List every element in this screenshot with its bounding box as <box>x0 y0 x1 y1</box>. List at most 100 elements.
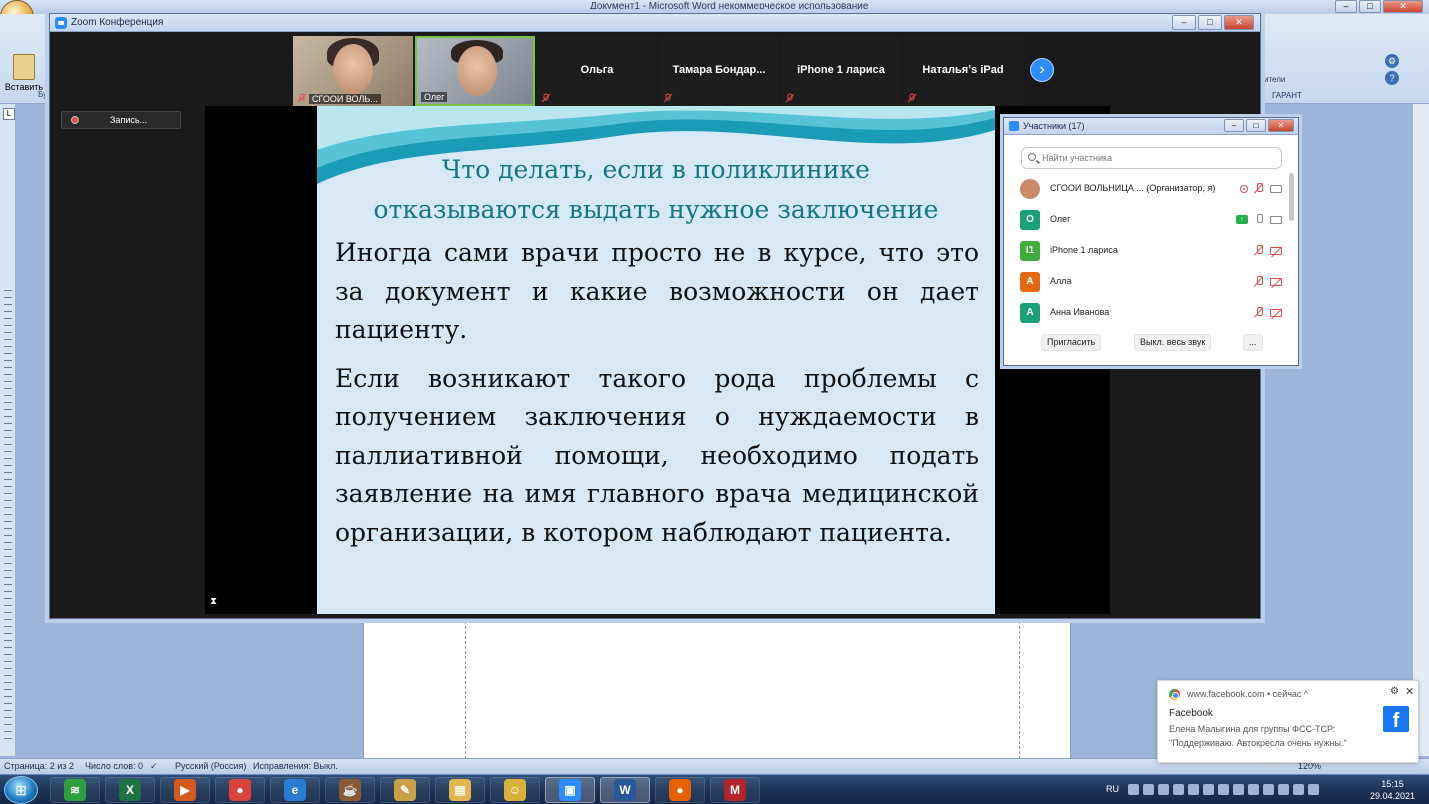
video-tile[interactable]: Ольга <box>537 36 657 106</box>
tray-app-icon[interactable] <box>1158 784 1169 795</box>
status-word-count[interactable]: Число слов: 0 <box>85 761 143 771</box>
status-revisions[interactable]: Исправления: Выкл. <box>253 761 338 771</box>
slide-title-line-2: отказываются выдать нужное заключение <box>373 195 939 224</box>
taskbar-button[interactable]: ● <box>215 777 265 803</box>
video-tile[interactable]: Натальяʼs iPad <box>903 36 1023 106</box>
zoom-maximize-button[interactable]: □ <box>1198 15 1222 30</box>
tray-app-icon[interactable] <box>1293 784 1304 795</box>
participant-status-icons <box>1254 276 1282 287</box>
spellcheck-icon[interactable]: ✓ <box>150 761 158 772</box>
video-off-icon[interactable] <box>1270 308 1282 317</box>
taskbar-button[interactable]: ☕ <box>325 777 375 803</box>
taskbar-button[interactable]: W <box>600 777 650 803</box>
status-language[interactable]: Русский (Россия) <box>175 761 246 771</box>
tab-selector[interactable]: L <box>3 108 15 120</box>
coffee-cup-icon: ☕ <box>339 779 361 801</box>
facebook-icon: f <box>1383 706 1409 732</box>
video-off-icon[interactable] <box>1270 246 1282 255</box>
settings-icon[interactable]: ⚙ <box>1385 54 1399 68</box>
participants-title: Участники (17) <box>1023 121 1085 131</box>
taskbar-button[interactable]: ▶ <box>160 777 210 803</box>
taskbar-button[interactable]: ☺ <box>490 777 540 803</box>
word-ribbon-right: ители ГАРАНТ ⚙ ? <box>1262 14 1429 104</box>
clock[interactable]: 15:15 29.04.2021 <box>1370 778 1415 802</box>
participants-maximize-button[interactable]: □ <box>1246 119 1266 132</box>
taskbar-button[interactable]: ✎ <box>380 777 430 803</box>
gallery-next-page-button[interactable]: › <box>1030 58 1054 82</box>
participant-row[interactable]: СГООИ ВОЛЬНИЦА ... (Организатор, я) <box>1004 175 1288 206</box>
start-button[interactable]: ⊞ <box>4 776 38 804</box>
help-icon[interactable]: ? <box>1385 71 1399 85</box>
mic-muted-icon[interactable] <box>1254 245 1264 256</box>
mic-muted-icon[interactable] <box>1254 307 1264 318</box>
tray-app-icon[interactable] <box>1233 784 1244 795</box>
chrome-notification[interactable]: www.facebook.com • сейчас ^ ⚙ ✕ Facebook… <box>1157 680 1419 763</box>
participants-minimize-button[interactable]: – <box>1224 119 1244 132</box>
mic-icon[interactable] <box>1254 214 1264 225</box>
slide-title: Что делать, если в поликлинике отказываю… <box>317 150 995 230</box>
recording-indicator[interactable]: Запись... <box>61 111 181 129</box>
network-icon[interactable] <box>1308 784 1319 795</box>
screen-share-icon: ↑ <box>1236 215 1248 224</box>
taskbar-button[interactable]: ▤ <box>435 777 485 803</box>
tray-app-icon[interactable] <box>1263 784 1274 795</box>
status-page[interactable]: Страница: 2 из 2 <box>4 761 74 771</box>
participant-list: СГООИ ВОЛЬНИЦА ... (Организатор, я) О Олег… <box>1004 175 1288 330</box>
word-icon: W <box>614 779 636 801</box>
mic-muted-icon[interactable] <box>1254 183 1264 194</box>
tray-app-icon[interactable] <box>1173 784 1184 795</box>
video-off-icon[interactable] <box>1270 277 1282 286</box>
word-close-button[interactable]: ✕ <box>1383 0 1423 13</box>
tray-app-icon[interactable] <box>1128 784 1139 795</box>
participant-row[interactable]: I1 iPhone 1 лариса <box>1004 237 1288 268</box>
hourglass-icon: ⧗ <box>210 596 218 607</box>
invite-button[interactable]: Пригласить <box>1041 334 1102 351</box>
mic-muted-icon <box>663 93 673 103</box>
participant-list-scrollbar[interactable] <box>1289 173 1294 221</box>
tray-app-icon[interactable] <box>1278 784 1289 795</box>
video-tile-active-speaker[interactable]: Олег <box>415 36 535 106</box>
word-maximize-button[interactable]: □ <box>1359 0 1381 13</box>
video-icon[interactable] <box>1270 215 1282 224</box>
zoom-logo-icon <box>1009 121 1019 131</box>
zoom-minimize-button[interactable]: – <box>1172 15 1196 30</box>
participant-row[interactable]: О Олег ↑ <box>1004 206 1288 237</box>
zoom-app-icon: ▣ <box>559 779 581 801</box>
zoom-close-button[interactable]: ✕ <box>1224 15 1254 30</box>
mute-all-button[interactable]: Выкл. весь звук <box>1134 334 1212 351</box>
video-icon[interactable] <box>1270 184 1282 193</box>
participant-row[interactable]: А Алла <box>1004 268 1288 299</box>
recording-label: Запись... <box>110 115 148 125</box>
taskbar-button[interactable]: ≋ <box>50 777 100 803</box>
participants-close-button[interactable]: ✕ <box>1268 119 1294 132</box>
more-options-button[interactable]: ... <box>1243 334 1263 351</box>
taskbar-button[interactable]: e <box>270 777 320 803</box>
video-tile-name: Тамара Бондар... <box>672 64 766 76</box>
taskbar-button[interactable]: ▣ <box>545 777 595 803</box>
participant-name: Алла <box>1050 276 1072 286</box>
taskbar-button[interactable]: M <box>710 777 760 803</box>
video-tile[interactable]: iPhone 1 лариса <box>781 36 901 106</box>
word-minimize-button[interactable]: – <box>1335 0 1357 13</box>
input-language[interactable]: RU <box>1106 784 1119 794</box>
notification-close-icon[interactable]: ✕ <box>1405 685 1414 698</box>
tray-app-icon[interactable] <box>1143 784 1154 795</box>
taskbar-button[interactable]: ● <box>655 777 705 803</box>
word-vertical-scrollbar[interactable] <box>1412 104 1429 756</box>
tray-app-icon[interactable] <box>1248 784 1259 795</box>
video-tile[interactable]: Тамара Бондар... <box>659 36 779 106</box>
participant-search-input[interactable]: Найти участника <box>1021 147 1282 169</box>
volume-icon[interactable] <box>1188 784 1199 795</box>
system-tray: RU 15:15 29.04.2021 <box>1100 775 1429 804</box>
video-gallery-strip: СГООИ ВОЛЬ... Олег Ольга Тамара Бондар..… <box>293 36 1023 106</box>
recording-dot-icon <box>71 116 79 124</box>
tray-app-icon[interactable] <box>1218 784 1229 795</box>
video-tile[interactable]: СГООИ ВОЛЬ... <box>293 36 413 106</box>
participant-row[interactable]: А Анна Иванова <box>1004 299 1288 330</box>
tray-app-icon[interactable] <box>1203 784 1214 795</box>
taskbar-button[interactable]: X <box>105 777 155 803</box>
word-document-page[interactable] <box>363 600 1071 760</box>
notification-settings-icon[interactable]: ⚙ <box>1390 686 1399 697</box>
mic-muted-icon <box>907 93 917 103</box>
mic-muted-icon[interactable] <box>1254 276 1264 287</box>
